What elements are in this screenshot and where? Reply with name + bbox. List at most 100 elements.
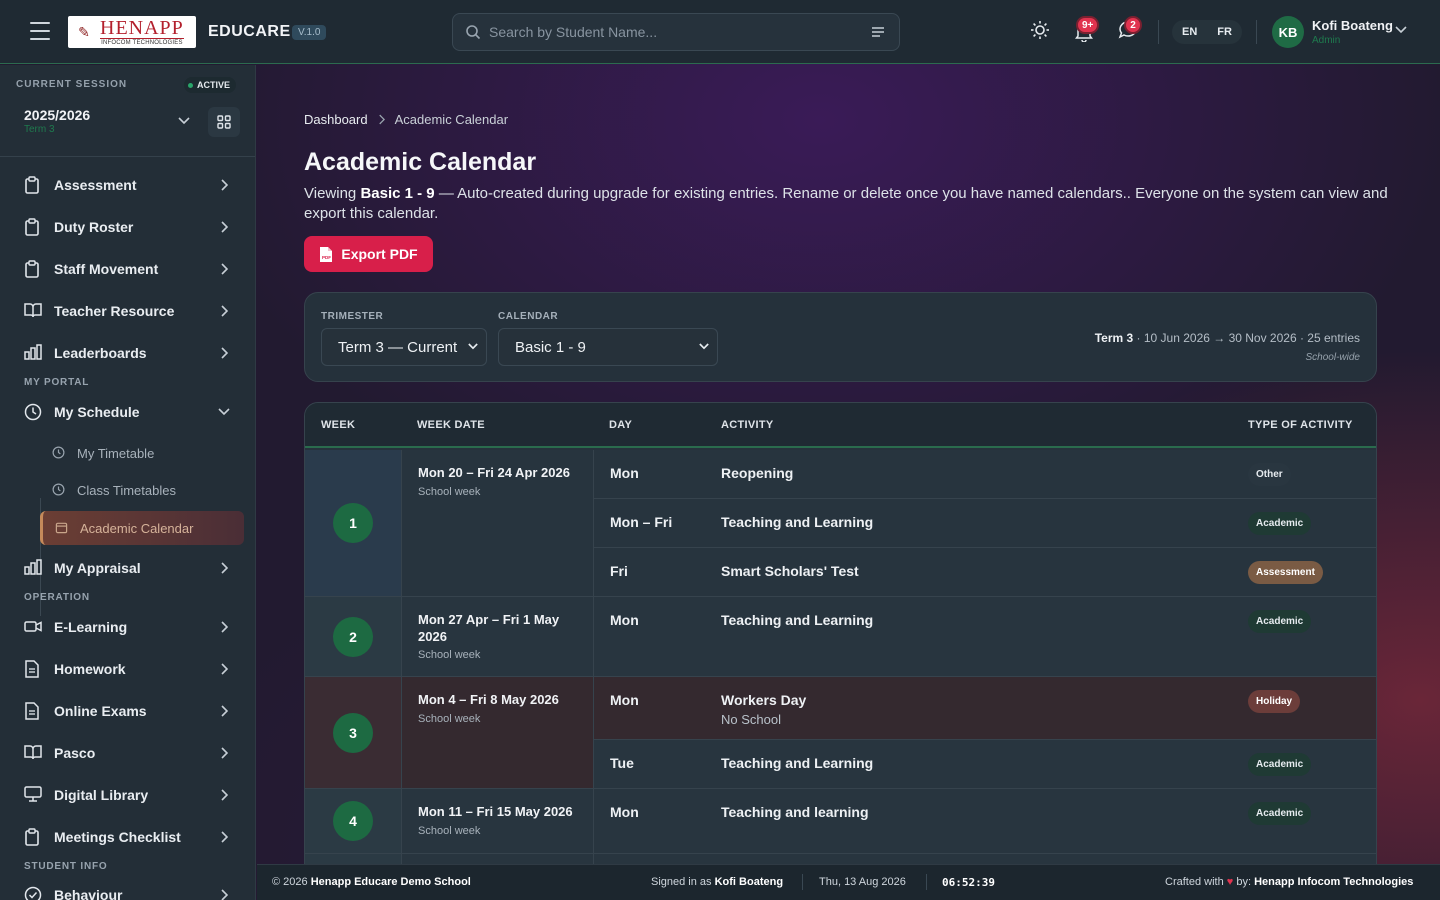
- chevron-right-icon: [378, 114, 385, 125]
- sidebar-item-teacher-resource[interactable]: Teacher Resource: [0, 290, 255, 332]
- chevron-right-icon: [221, 889, 228, 900]
- session-status: ACTIVE: [197, 80, 231, 90]
- sidebar-subitem-class-timetables[interactable]: Class Timetables: [40, 473, 244, 507]
- week-number: 2: [333, 617, 373, 657]
- menu-icon[interactable]: [30, 22, 50, 40]
- export-pdf-label: Export PDF: [341, 246, 418, 262]
- week-kind: School week: [418, 713, 481, 725]
- company-name[interactable]: Henapp Infocom Technologies: [1254, 876, 1413, 888]
- sidebar-item-pasco[interactable]: Pasco: [0, 732, 255, 774]
- chevron-right-icon: [221, 663, 228, 675]
- table-row[interactable]: Fri Smart Scholars' Test Assessment: [594, 548, 1376, 597]
- book-open-icon: [24, 303, 42, 318]
- section-student-info: STUDENT INFO: [24, 861, 108, 872]
- chevron-down-icon: [468, 343, 478, 350]
- sidebar-item-label: Staff Movement: [54, 261, 159, 277]
- crafted-text: Crafted with: [1165, 876, 1227, 888]
- sidebar-subitem-academic-calendar[interactable]: Academic Calendar: [40, 511, 244, 545]
- sidebar-item-e-learning[interactable]: E-Learning: [0, 606, 255, 648]
- footer-clock: 06:52:39: [942, 876, 995, 889]
- sidebar-item-duty-roster[interactable]: Duty Roster: [0, 206, 255, 248]
- week-date-cell: Mon 4 – Fri 8 May 2026 School week: [402, 677, 594, 789]
- sidebar-item-leaderboards[interactable]: Leaderboards: [0, 332, 255, 374]
- brand-name: EDUCARE: [208, 23, 291, 40]
- session-year[interactable]: 2025/2026: [24, 107, 90, 123]
- week-cell: 4: [305, 789, 402, 854]
- user-name[interactable]: Kofi Boateng: [1312, 18, 1393, 33]
- sidebar-item-my-schedule[interactable]: My Schedule: [0, 391, 255, 433]
- week-cell: 1: [305, 450, 402, 597]
- document-icon: [25, 660, 39, 678]
- logo-text: HENAPP: [100, 17, 184, 39]
- chevron-down-icon[interactable]: [178, 117, 190, 125]
- search-icon: [466, 25, 481, 40]
- clipboard-icon: [25, 176, 39, 194]
- by-text: by:: [1233, 876, 1255, 888]
- logo-subtext: INFOCOM TECHNOLOGIES: [101, 40, 183, 46]
- lang-fr-button[interactable]: FR: [1217, 26, 1232, 38]
- sidebar-item-label: Digital Library: [54, 787, 149, 803]
- sidebar-subitem-my-timetable[interactable]: My Timetable: [40, 436, 244, 470]
- sidebar-item-label: Homework: [54, 661, 126, 677]
- chevron-right-icon: [221, 621, 228, 633]
- table-row[interactable]: Mon Workers Day No School Holiday: [594, 677, 1376, 740]
- table-header: WEEK WEEK DATE DAY ACTIVITY TYPE OF ACTI…: [305, 403, 1376, 448]
- desc-calendar-name: Basic 1 - 9: [360, 185, 435, 202]
- table-row[interactable]: Mon – Fri Teaching and Learning Academic: [594, 499, 1376, 548]
- chevron-right-icon: [221, 221, 228, 233]
- week-cell: 2: [305, 597, 402, 677]
- week-number: 3: [333, 713, 373, 753]
- sidebar-item-label: My Schedule: [54, 404, 140, 420]
- row-activity: Teaching and Learning: [721, 514, 874, 530]
- sidebar-item-staff-movement[interactable]: Staff Movement: [0, 248, 255, 290]
- page-title: Academic Calendar: [304, 148, 537, 176]
- sidebar-item-label: Leaderboards: [54, 345, 147, 361]
- activity-type-badge: Academic: [1248, 753, 1312, 776]
- week-date: Mon 27 Apr – Fri 1 May 2026: [418, 612, 560, 644]
- week-number: 4: [333, 801, 373, 841]
- sidebar-item-meetings-checklist[interactable]: Meetings Checklist: [0, 816, 255, 858]
- term-range: · 10 Jun 2026 → 30 Nov 2026 · 25 entries: [1133, 331, 1360, 345]
- sun-icon[interactable]: [1030, 20, 1050, 40]
- row-activity: Reopening: [721, 465, 794, 481]
- chevron-down-icon[interactable]: [1395, 26, 1407, 34]
- week-date-cell: Mon 27 Apr – Fri 1 May 2026 School week: [402, 597, 594, 677]
- session-label: CURRENT SESSION: [16, 79, 128, 90]
- sidebar-item-my-appraisal[interactable]: My Appraisal: [0, 547, 255, 589]
- week-kind: School week: [418, 649, 481, 661]
- search-input[interactable]: [489, 22, 849, 42]
- calendar-icon: [55, 522, 68, 534]
- calendar-select[interactable]: Basic 1 - 9: [498, 328, 718, 366]
- filter-icon[interactable]: [871, 26, 885, 38]
- session-term: Term 3: [24, 124, 55, 135]
- table-row[interactable]: Mon Reopening Other: [594, 450, 1376, 499]
- table-row[interactable]: Tue Teaching and Learning Academic: [594, 740, 1376, 789]
- sidebar-item-digital-library[interactable]: Digital Library: [0, 774, 255, 816]
- col-activity: ACTIVITY: [721, 419, 774, 431]
- table-row[interactable]: Mon Teaching and Learning Academic: [594, 597, 1376, 677]
- export-pdf-button[interactable]: PDF Export PDF: [304, 236, 433, 272]
- sidebar-item-label: Pasco: [54, 745, 96, 761]
- calendar-scope: School-wide: [1305, 352, 1360, 363]
- logo[interactable]: ✎ HENAPP INFOCOM TECHNOLOGIES: [68, 16, 196, 48]
- calendar-label: CALENDAR: [498, 311, 559, 322]
- row-activity: Teaching and Learning: [721, 612, 874, 628]
- sidebar-item-online-exams[interactable]: Online Exams: [0, 690, 255, 732]
- section-my-portal: MY PORTAL: [24, 377, 90, 388]
- table-row[interactable]: Mon Teaching and learning Academic: [594, 789, 1376, 854]
- lang-en-button[interactable]: EN: [1182, 26, 1197, 38]
- clock-icon: [24, 403, 42, 421]
- sidebar-item-assessment[interactable]: Assessment: [0, 164, 255, 206]
- breadcrumb-home[interactable]: Dashboard: [304, 112, 368, 127]
- bar-chart-icon: [24, 559, 42, 575]
- row-day: Tue: [610, 755, 634, 771]
- trimester-select[interactable]: Term 3 — Current: [321, 328, 487, 366]
- avatar[interactable]: KB: [1272, 16, 1304, 48]
- sidebar-item-homework[interactable]: Homework: [0, 648, 255, 690]
- week-date-cell: Mon 20 – Fri 24 Apr 2026 School week: [402, 450, 594, 597]
- row-day: Mon: [610, 612, 639, 628]
- sidebar-item-behaviour[interactable]: Behaviour: [0, 874, 255, 900]
- filters-panel: TRIMESTER Term 3 — Current CALENDAR Basi…: [304, 292, 1377, 382]
- apps-grid-button[interactable]: [208, 107, 240, 137]
- term-name: Term 3: [1094, 331, 1134, 345]
